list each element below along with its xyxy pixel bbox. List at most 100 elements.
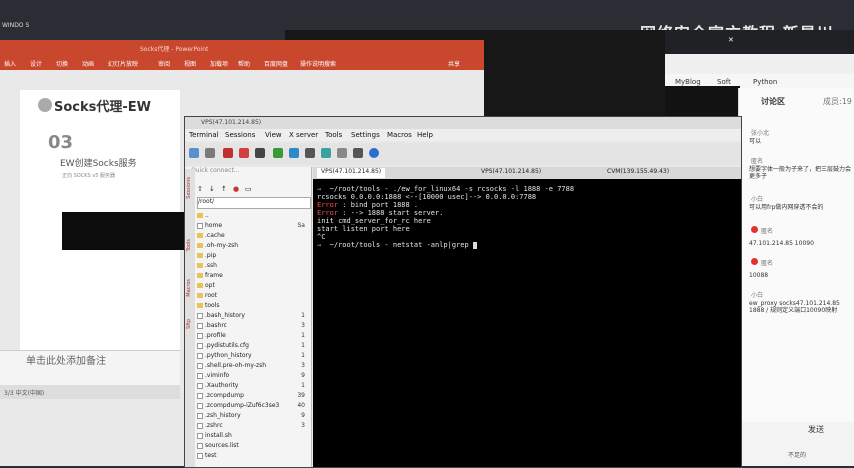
file-row[interactable]: .pip [197, 251, 309, 260]
tab-discussion[interactable]: 讨论区 [761, 96, 785, 107]
chat-username: 匿名 [751, 158, 764, 165]
vtab-sessions[interactable]: Sessions [186, 177, 192, 199]
vtab-sftp[interactable]: Sftp [186, 319, 192, 329]
bookmark-soft[interactable]: Soft [717, 78, 731, 86]
ribbon-tab[interactable]: 加载项 [210, 59, 228, 68]
file-row[interactable]: opt [197, 281, 309, 290]
send-button[interactable]: 发送 [808, 424, 824, 435]
ribbon-tab[interactable]: 插入 [4, 59, 16, 68]
file-row[interactable]: root [197, 291, 309, 300]
folder-icon [197, 293, 203, 298]
menu-view[interactable]: View [265, 131, 282, 139]
file-row[interactable]: .zcompdump 39 [197, 391, 309, 400]
upload-icon[interactable]: ↑ [221, 185, 227, 193]
menu-sessions[interactable]: Sessions [225, 131, 255, 139]
file-row[interactable]: .zcompdump-iZuf6c3se3 40 [197, 401, 309, 410]
ribbon-search[interactable]: 操作说明搜索 [300, 59, 336, 68]
file-row[interactable]: frame [197, 271, 309, 280]
file-row[interactable]: .shell.pre-oh-my-zsh 3 [197, 361, 309, 370]
tools-icon[interactable] [223, 148, 233, 158]
ribbon-tab[interactable]: 幻灯片放映 [108, 59, 138, 68]
file-icon [197, 422, 203, 429]
ribbon-tab[interactable]: 百度网盘 [264, 59, 288, 68]
download-icon[interactable]: ↓ [209, 185, 215, 193]
menu-terminal[interactable]: Terminal [189, 131, 219, 139]
file-size: 1 [301, 382, 305, 389]
packages-icon[interactable] [337, 148, 347, 158]
sessions-icon[interactable] [255, 148, 265, 158]
file-row[interactable]: sources.list [197, 441, 309, 450]
ribbon-tab[interactable]: 审阅 [158, 59, 170, 68]
ribbon-tab[interactable]: 设计 [30, 59, 42, 68]
slide-canvas[interactable]: Socks代理-EW 03 EW创建Socks服务 正向 SOCKS v5 服务… [20, 90, 202, 350]
menu-xserver[interactable]: X server [289, 131, 318, 139]
share-button[interactable]: 共享 [448, 59, 460, 68]
file-row[interactable]: home Sa [197, 221, 309, 230]
menu-tools[interactable]: Tools [325, 131, 342, 139]
bookmark-myblog[interactable]: MyBlog [675, 78, 701, 86]
delete-icon[interactable]: ● [233, 185, 239, 193]
terminal-text: init cmd_server_for_rc here [317, 217, 431, 225]
tunneling-icon[interactable] [321, 148, 331, 158]
split-icon[interactable] [289, 148, 299, 158]
file-row[interactable]: .bashrc 3 [197, 321, 309, 330]
file-icon [197, 382, 203, 389]
terminal-output[interactable]: → ~/root/tools - ./ew_for_linux64 -s rcs… [313, 179, 741, 467]
servers-icon[interactable] [205, 148, 215, 158]
file-size: 3 [301, 322, 305, 329]
terminal-tab[interactable]: VPS(47.101.214.85) [477, 168, 545, 178]
file-row[interactable]: .zsh_history 9 [197, 411, 309, 420]
file-row[interactable]: .python_history 1 [197, 351, 309, 360]
quick-connect-input[interactable]: Quick connect... [191, 167, 309, 177]
desktop-label: WINDO S [2, 22, 30, 29]
chat-message: ew_proxy socks47.101.214.85 1888 / 规则定义端… [749, 300, 840, 314]
settings-icon[interactable] [353, 148, 363, 158]
file-row[interactable]: .ssh [197, 261, 309, 270]
file-row[interactable]: .cache [197, 231, 309, 240]
chat-input-area[interactable]: 发送 不足的 [738, 422, 854, 466]
file-row[interactable]: .viminfo 9 [197, 371, 309, 380]
new-file-icon[interactable]: ▭ [245, 185, 252, 193]
ribbon-tab[interactable]: 切换 [56, 59, 68, 68]
view-icon[interactable] [273, 148, 283, 158]
terminal-line: rcsocks 0.0.0.0:1888 <--[10000 usec]--> … [317, 193, 536, 201]
file-name: install.sh [205, 432, 232, 439]
menu-help[interactable]: Help [417, 131, 433, 139]
file-icon [197, 332, 203, 339]
terminal-tab[interactable]: CVM(139.155.49.43) [603, 168, 673, 178]
games-icon[interactable] [239, 148, 249, 158]
terminal-line: → ~/root/tools - netstat -anlp|grep [317, 241, 477, 249]
vtab-macros[interactable]: Macros [186, 279, 192, 297]
file-row[interactable]: .Xauthority 1 [197, 381, 309, 390]
tab-members[interactable]: 成员:19 [823, 96, 852, 107]
menu-macros[interactable]: Macros [387, 131, 412, 139]
file-row[interactable]: .zshrc 3 [197, 421, 309, 430]
file-row[interactable]: install.sh [197, 431, 309, 440]
file-row[interactable]: .oh-my-zsh [197, 241, 309, 250]
close-icon[interactable]: ✕ [728, 36, 734, 50]
help-icon[interactable] [369, 148, 379, 158]
ribbon-tab[interactable]: 帮助 [238, 59, 250, 68]
file-name: .. [205, 212, 209, 219]
file-icon [197, 342, 203, 349]
chat-footer-text: 不足的 [788, 452, 807, 459]
ribbon-tab[interactable]: 动画 [82, 59, 94, 68]
file-row[interactable]: .profile 1 [197, 331, 309, 340]
multiexec-icon[interactable] [305, 148, 315, 158]
ribbon-tab[interactable]: 视图 [184, 59, 196, 68]
file-icon [197, 392, 203, 399]
file-row[interactable]: test [197, 451, 309, 460]
terminal-tab[interactable]: VPS(47.101.214.85) [317, 168, 386, 178]
session-icon[interactable] [189, 148, 199, 158]
menu-settings[interactable]: Settings [351, 131, 380, 139]
path-input[interactable]: /root/ [197, 197, 311, 209]
slide-screenshot-image [62, 212, 202, 250]
bookmark-python[interactable]: Python [753, 78, 777, 86]
vtab-tools[interactable]: Tools [186, 239, 192, 251]
file-row[interactable]: .bash_history 1 [197, 311, 309, 320]
up-icon[interactable]: ⇧ [197, 185, 203, 193]
file-row[interactable]: .. [197, 211, 309, 220]
file-row[interactable]: .pydistutils.cfg 1 [197, 341, 309, 350]
file-row[interactable]: tools [197, 301, 309, 310]
chat-username: 张小北 [751, 130, 770, 137]
